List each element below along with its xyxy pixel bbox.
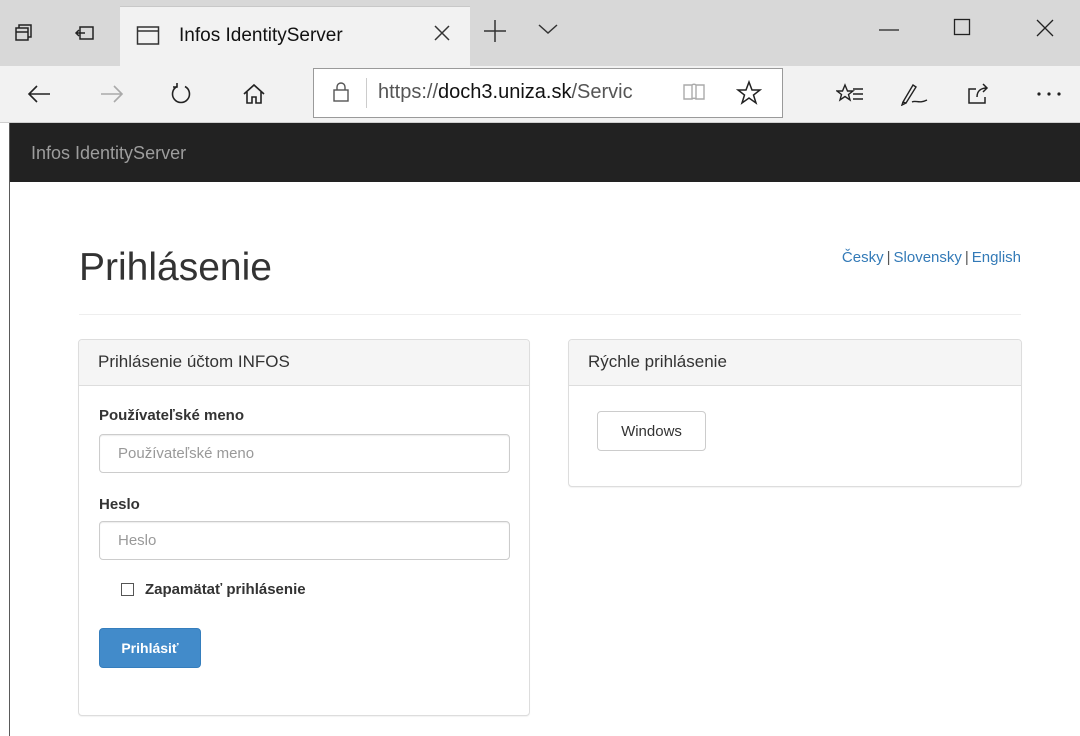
username-label: Používateľské meno: [99, 407, 244, 424]
star-icon[interactable]: [735, 79, 763, 111]
password-label: Heslo: [99, 496, 140, 513]
arrow-left-icon[interactable]: [22, 77, 56, 111]
quick-login-heading: Rýchle prihlásenie: [569, 340, 1021, 386]
username-input[interactable]: [99, 434, 510, 473]
address-bar[interactable]: https://doch3.uniza.sk/Servic: [313, 68, 783, 118]
window-close-icon[interactable]: [1035, 18, 1055, 43]
divider: [79, 314, 1021, 315]
arrow-right-icon[interactable]: [95, 77, 129, 111]
tab-title: Infos IdentityServer: [179, 25, 343, 46]
tab-page-icon: [136, 25, 160, 52]
language-link-english[interactable]: English: [972, 249, 1021, 266]
browser-tab-bar: Infos IdentityServer: [0, 0, 1080, 67]
language-link-cesky[interactable]: Česky: [842, 249, 884, 266]
set-tabs-aside-icon[interactable]: [70, 13, 100, 53]
browser-nav-bar: https://doch3.uniza.sk/Servic: [0, 66, 1080, 123]
site-navbar: Infos IdentityServer: [10, 123, 1080, 182]
password-input[interactable]: [99, 521, 510, 560]
lock-icon: [332, 81, 350, 108]
windows-login-button[interactable]: Windows: [597, 411, 706, 451]
tabs-aside-icon[interactable]: [8, 13, 38, 53]
book-icon[interactable]: [682, 82, 706, 107]
pen-icon[interactable]: [897, 77, 931, 111]
remember-label[interactable]: Zapamätať prihlásenie: [145, 581, 306, 598]
favorites-hub-icon[interactable]: [833, 77, 867, 111]
language-switcher: Česky | Slovensky | English: [841, 249, 1021, 266]
quick-login-panel: Rýchle prihlásenie Windows: [568, 339, 1022, 487]
login-button[interactable]: Prihlásiť: [99, 628, 201, 668]
minimize-icon[interactable]: [878, 22, 900, 43]
language-link-slovensky[interactable]: Slovensky: [894, 249, 962, 266]
maximize-icon[interactable]: [953, 18, 971, 41]
site-brand[interactable]: Infos IdentityServer: [31, 143, 186, 164]
browser-tab-active[interactable]: Infos IdentityServer: [120, 6, 470, 67]
share-icon[interactable]: [962, 77, 996, 111]
more-icon[interactable]: [1032, 77, 1066, 111]
close-icon[interactable]: [432, 23, 452, 48]
home-icon[interactable]: [237, 77, 271, 111]
chevron-down-icon[interactable]: [537, 22, 559, 41]
url-text[interactable]: https://doch3.uniza.sk/Servic: [378, 81, 633, 104]
page-title: Prihlásenie: [79, 246, 272, 289]
remember-checkbox[interactable]: [121, 583, 134, 596]
login-panel: Prihlásenie účtom INFOS Používateľské me…: [78, 339, 530, 716]
login-panel-heading: Prihlásenie účtom INFOS: [79, 340, 529, 386]
remember-me[interactable]: Zapamätať prihlásenie: [121, 581, 306, 598]
plus-icon[interactable]: [482, 18, 508, 49]
refresh-icon[interactable]: [164, 77, 198, 111]
